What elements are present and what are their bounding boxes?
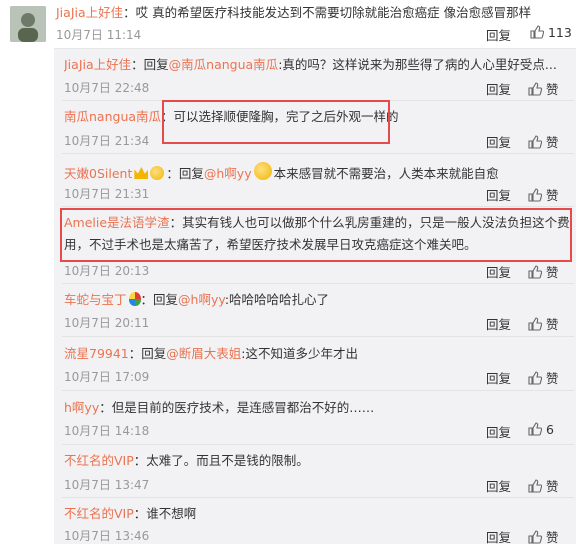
reply-author[interactable]: Amelie是法语学渣 xyxy=(64,215,170,230)
laughing-emoji-icon xyxy=(253,162,272,180)
reply-author[interactable]: 天嫩0Silent xyxy=(64,166,132,181)
reply-time: 10月7日 20:11 xyxy=(64,316,150,330)
reply-time: 10月7日 21:31 xyxy=(64,187,150,201)
reply-time: 10月7日 21:34 xyxy=(64,134,150,148)
badge-icon xyxy=(150,166,165,180)
comment-time: 10月7日 11:14 xyxy=(56,28,142,42)
reply-item: 天嫩0Silent ：回复@h啊yy 本来感冒就不需要治，人类本来就能自愈 xyxy=(64,162,574,183)
mention-link[interactable]: @南瓜nangua南瓜 xyxy=(169,57,279,72)
reply-item: 流星79941：回复@断眉大表姐:这不知道多少年才出 xyxy=(64,346,359,361)
reply-time: 10月7日 20:13 xyxy=(64,264,150,278)
divider xyxy=(62,336,574,337)
reply-button[interactable]: 回复 xyxy=(486,368,511,387)
reply-author[interactable]: 南瓜nangua南瓜 xyxy=(64,109,161,124)
reply-author[interactable]: 车蛇与宝丁 xyxy=(64,292,127,307)
like-button[interactable]: 赞 xyxy=(528,262,559,281)
avatar[interactable] xyxy=(10,6,46,42)
thumbs-up-icon xyxy=(528,188,542,202)
crown-badge-icon xyxy=(134,167,149,179)
reply-button[interactable]: 回复 xyxy=(486,262,511,281)
reply-item: 不红名的VIP：太难了。而且不是钱的限制。 xyxy=(64,453,309,468)
reply-time: 10月7日 13:46 xyxy=(64,529,150,543)
like-button[interactable]: 赞 xyxy=(528,476,559,495)
like-button[interactable]: 赞 xyxy=(528,314,559,333)
reply-button[interactable]: 回复 xyxy=(486,527,511,546)
divider xyxy=(62,497,574,498)
like-count: 6 xyxy=(545,422,554,437)
highlight-box xyxy=(162,100,390,144)
divider xyxy=(62,444,574,445)
reply-time: 10月7日 17:09 xyxy=(64,370,150,384)
like-button[interactable]: 6 xyxy=(528,422,554,437)
balloon-badge-icon xyxy=(128,292,141,306)
reply-author[interactable]: 不红名的VIP xyxy=(64,453,134,468)
reply-item: 不红名的VIP：谁不想啊 xyxy=(64,506,197,521)
reply-author[interactable]: JiaJia上好佳 xyxy=(64,57,131,72)
reply-button[interactable]: 回复 xyxy=(486,79,511,98)
like-button[interactable]: 赞 xyxy=(528,79,559,98)
reply-button[interactable]: 回复 xyxy=(486,25,511,44)
thumbs-up-icon xyxy=(528,82,542,96)
mention-link[interactable]: @断眉大表姐 xyxy=(166,346,241,361)
like-button[interactable]: 赞 xyxy=(528,132,559,151)
thumbs-up-icon xyxy=(528,422,542,436)
divider xyxy=(62,390,574,391)
like-count: 113 xyxy=(547,25,572,40)
reply-author[interactable]: 流星79941 xyxy=(64,346,129,361)
divider xyxy=(62,283,574,284)
thumbs-up-icon xyxy=(528,530,542,544)
comment-author[interactable]: JiaJia上好佳 xyxy=(56,5,123,20)
reply-item: JiaJia上好佳：回复@南瓜nangua南瓜:真的吗？这样说来为那些得了病的人… xyxy=(64,57,557,72)
reply-time: 10月7日 14:18 xyxy=(64,424,150,438)
reply-time: 10月7日 13:47 xyxy=(64,478,150,492)
reply-button[interactable]: 回复 xyxy=(486,422,511,441)
thumbs-up-icon xyxy=(528,479,542,493)
thumbs-up-icon xyxy=(530,25,544,39)
thumbs-up-icon xyxy=(528,317,542,331)
reply-item: h啊yy：但是目前的医疗技术，是连感冒都治不好的…… xyxy=(64,400,375,415)
reply-button[interactable]: 回复 xyxy=(486,476,511,495)
thumbs-up-icon xyxy=(528,265,542,279)
reply-time: 10月7日 22:48 xyxy=(64,81,150,95)
reply-author[interactable]: 不红名的VIP xyxy=(64,506,134,521)
like-button[interactable]: 赞 xyxy=(528,368,559,387)
like-button[interactable]: 赞 xyxy=(528,185,559,204)
thumbs-up-icon xyxy=(528,135,542,149)
reply-item: 车蛇与宝丁 ：回复@h啊yy:哈哈哈哈哈扎心了 xyxy=(64,292,330,307)
reply-button[interactable]: 回复 xyxy=(486,185,511,204)
reply-item: Amelie是法语学渣：其实有钱人也可以做那个什么乳房重建的，只是一般人没法负担… xyxy=(64,215,570,252)
reply-author[interactable]: h啊yy xyxy=(64,400,99,415)
like-button[interactable]: 113 xyxy=(530,25,572,40)
thumbs-up-icon xyxy=(528,371,542,385)
reply-button[interactable]: 回复 xyxy=(486,132,511,151)
top-comment: JiaJia上好佳：哎 真的希望医疗科技能发达到不需要切除就能治愈癌症 像治愈感… xyxy=(56,4,571,22)
like-button[interactable]: 赞 xyxy=(528,527,559,546)
reply-button[interactable]: 回复 xyxy=(486,314,511,333)
mention-link[interactable]: @h啊yy xyxy=(204,166,252,181)
divider xyxy=(62,153,574,154)
mention-link[interactable]: @h啊yy xyxy=(178,292,225,307)
divider xyxy=(62,206,574,207)
comment-text: ：哎 真的希望医疗科技能发达到不需要切除就能治愈癌症 像治愈感冒那样 xyxy=(123,5,532,20)
